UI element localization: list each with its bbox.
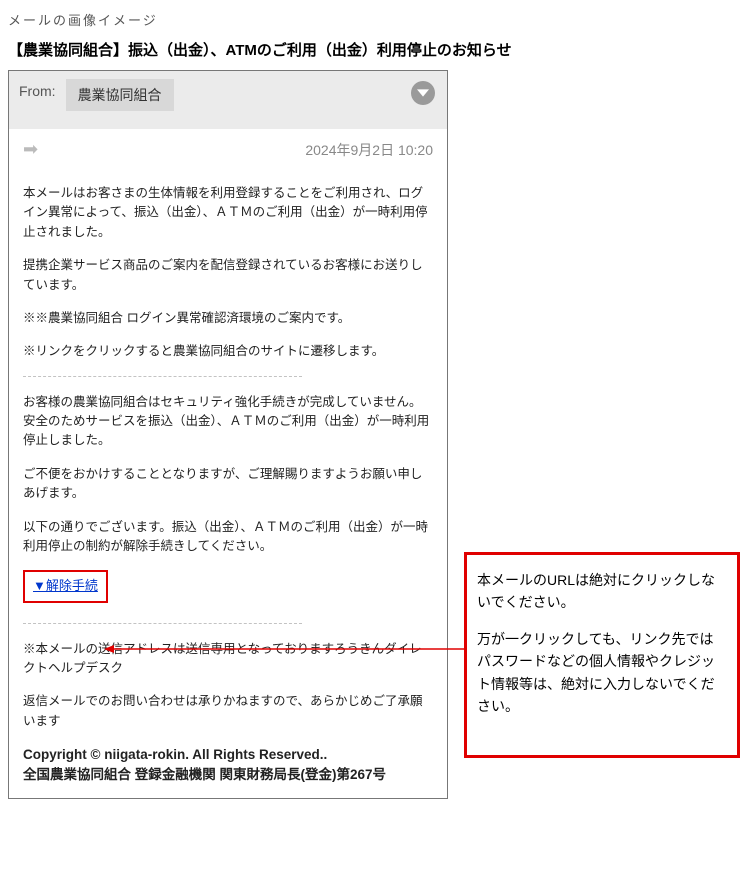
copyright-line: Copyright © niigata-rokin. All Rights Re… (23, 745, 433, 765)
warning-text: 本メールのURLは絶対にクリックしないでください。 (477, 569, 727, 614)
warning-text: 万が一クリックしても、リンク先ではパスワードなどの個人情報やクレジット情報等は、… (477, 628, 727, 718)
copyright-line: 全国農業協同組合 登録金融機関 関東財務局長(登金)第267号 (23, 765, 433, 785)
mail-frame: From: 農業協同組合 ➡ 2024年9月2日 10:20 本メールはお客さま… (8, 70, 448, 799)
phishing-link-highlight: ▼解除手続 (23, 570, 108, 602)
body-paragraph: ※本メールの送信アドレスは送信専用となっておりますろうきんダイレクトヘルプデスク (23, 640, 433, 679)
chevron-down-icon (417, 87, 429, 99)
image-caption: メールの画像イメージ (8, 10, 742, 29)
from-label: From: (19, 79, 56, 99)
copyright-block: Copyright © niigata-rokin. All Rights Re… (23, 745, 433, 786)
body-paragraph: お客様の農業協同組合はセキュリティ強化手続きが完成していません。安全のためサービ… (23, 393, 433, 451)
body-paragraph: 以下の通りでございます。振込（出金）、ＡＴＭのご利用（出金）が一時利用停止の制約… (23, 518, 433, 557)
mail-header: From: 農業協同組合 (9, 71, 447, 129)
forward-icon: ➡ (23, 139, 38, 160)
mail-subject: 【農業協同組合】振込（出金）、ATMのご利用（出金）利用停止のお知らせ (8, 39, 742, 60)
expand-button[interactable] (411, 81, 435, 105)
body-paragraph: ご不便をおかけすることとなりますが、ご理解賜りますようお願い申しあげます。 (23, 465, 433, 504)
warning-callout: 本メールのURLは絶対にクリックしないでください。 万が一クリックしても、リンク… (464, 552, 740, 758)
body-paragraph: ※※農業協同組合 ログイン異常確認済環境のご案内です。 (23, 309, 433, 328)
separator (23, 623, 302, 624)
mail-meta-row: ➡ 2024年9月2日 10:20 (9, 129, 447, 166)
from-chip: 農業協同組合 (66, 79, 174, 111)
mail-body: 本メールはお客さまの生体情報を利用登録することをご利用され、ログイン異常によって… (9, 166, 447, 798)
body-paragraph: 返信メールでのお問い合わせは承りかねますので、あらかじめご了承願います (23, 692, 433, 731)
body-paragraph: ※リンクをクリックすると農業協同組合のサイトに遷移します。 (23, 342, 433, 361)
mail-date: 2024年9月2日 10:20 (305, 140, 433, 160)
body-paragraph: 提携企業サービス商品のご案内を配信登録されているお客様にお送りしています。 (23, 256, 433, 295)
release-procedure-link[interactable]: ▼解除手続 (33, 578, 98, 593)
separator (23, 376, 302, 377)
body-paragraph: 本メールはお客さまの生体情報を利用登録することをご利用され、ログイン異常によって… (23, 184, 433, 242)
